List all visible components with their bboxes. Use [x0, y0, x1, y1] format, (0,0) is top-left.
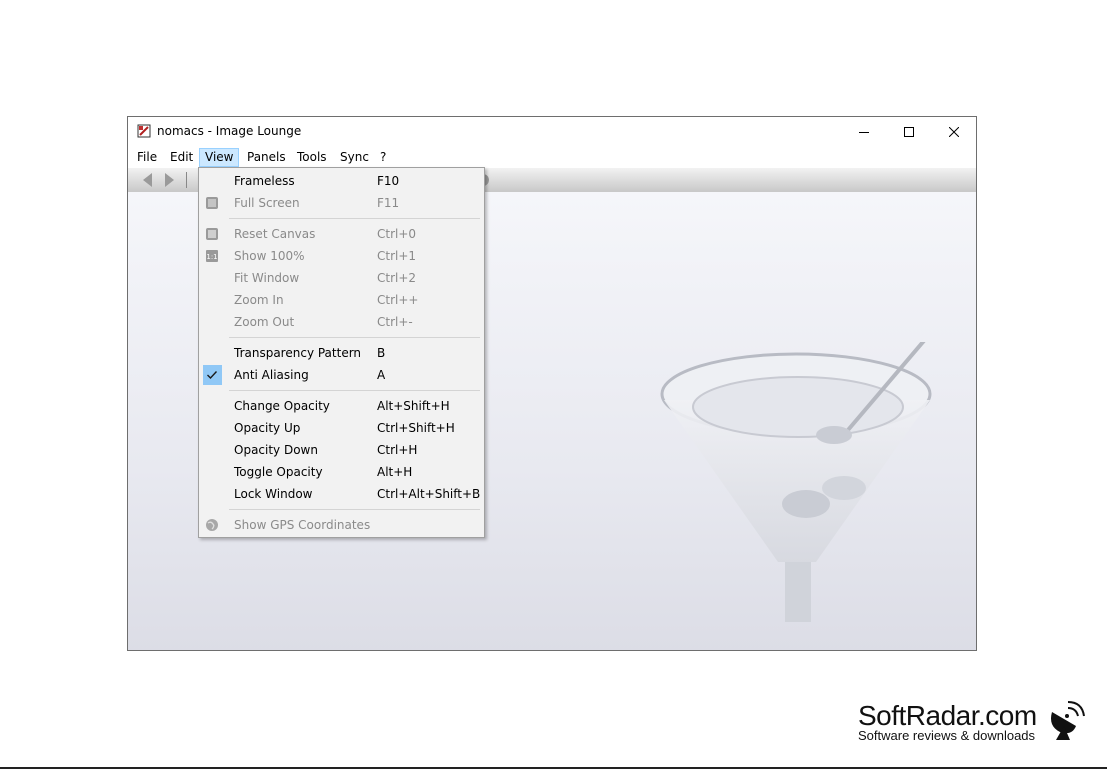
checkmark-icon	[207, 371, 218, 380]
fullscreen-icon	[206, 197, 218, 209]
menu-item-change-opacity[interactable]: Change Opacity Alt+Shift+H	[199, 395, 484, 417]
globe-icon	[206, 519, 218, 531]
menu-item-toggle-opacity[interactable]: Toggle Opacity Alt+H	[199, 461, 484, 483]
menu-file[interactable]: File	[132, 148, 162, 167]
menu-bar: File Edit View Panels Tools Sync ?	[128, 146, 976, 168]
minimize-icon	[859, 131, 869, 133]
watermark-subtitle: Software reviews & downloads	[858, 728, 1036, 743]
menu-item-show-gps[interactable]: Show GPS Coordinates	[199, 514, 484, 536]
reset-canvas-icon	[206, 228, 218, 240]
menu-separator	[229, 218, 480, 219]
menu-item-frameless[interactable]: Frameless F10	[199, 170, 484, 192]
menu-item-fit-window[interactable]: Fit Window Ctrl+2	[199, 267, 484, 289]
menu-item-anti-aliasing[interactable]: Anti Aliasing A	[199, 364, 484, 386]
minimize-button[interactable]	[841, 117, 887, 146]
menu-panels[interactable]: Panels	[242, 148, 291, 167]
menu-item-zoom-in[interactable]: Zoom In Ctrl++	[199, 289, 484, 311]
menu-item-opacity-down[interactable]: Opacity Down Ctrl+H	[199, 439, 484, 461]
menu-separator	[229, 337, 480, 338]
menu-item-full-screen[interactable]: Full Screen F11	[199, 192, 484, 214]
menu-item-reset-canvas[interactable]: Reset Canvas Ctrl+0	[199, 223, 484, 245]
menu-view[interactable]: View	[199, 148, 239, 167]
app-icon	[137, 124, 151, 138]
menu-edit[interactable]: Edit	[165, 148, 198, 167]
view-menu-dropdown: Frameless F10 Full Screen F11 Reset Canv…	[198, 167, 485, 538]
close-button[interactable]	[931, 117, 976, 146]
menu-sync[interactable]: Sync	[335, 148, 374, 167]
maximize-icon	[904, 126, 914, 137]
svg-text:1:1: 1:1	[206, 253, 217, 261]
menu-separator	[229, 390, 480, 391]
window-title: nomacs - Image Lounge	[157, 124, 302, 138]
toolbar-separator	[186, 172, 187, 188]
title-bar[interactable]: nomacs - Image Lounge	[128, 117, 976, 146]
menu-item-zoom-out[interactable]: Zoom Out Ctrl+-	[199, 311, 484, 333]
menu-help[interactable]: ?	[375, 148, 391, 167]
menu-separator	[229, 509, 480, 510]
softradar-watermark: SoftRadar.com Software reviews & downloa…	[858, 700, 1037, 743]
menu-tools[interactable]: Tools	[292, 148, 332, 167]
martini-glass-image	[660, 342, 932, 622]
next-icon[interactable]	[161, 172, 179, 188]
menu-item-opacity-up[interactable]: Opacity Up Ctrl+Shift+H	[199, 417, 484, 439]
satellite-dish-icon	[1051, 701, 1085, 740]
close-icon	[949, 126, 959, 137]
one-to-one-icon: 1:1	[206, 250, 218, 262]
menu-item-transparency-pattern[interactable]: Transparency Pattern B	[199, 342, 484, 364]
maximize-button[interactable]	[886, 117, 932, 146]
menu-item-show-100[interactable]: 1:1 Show 100% Ctrl+1	[199, 245, 484, 267]
menu-item-lock-window[interactable]: Lock Window Ctrl+Alt+Shift+B	[199, 483, 484, 505]
previous-icon[interactable]	[138, 172, 156, 188]
